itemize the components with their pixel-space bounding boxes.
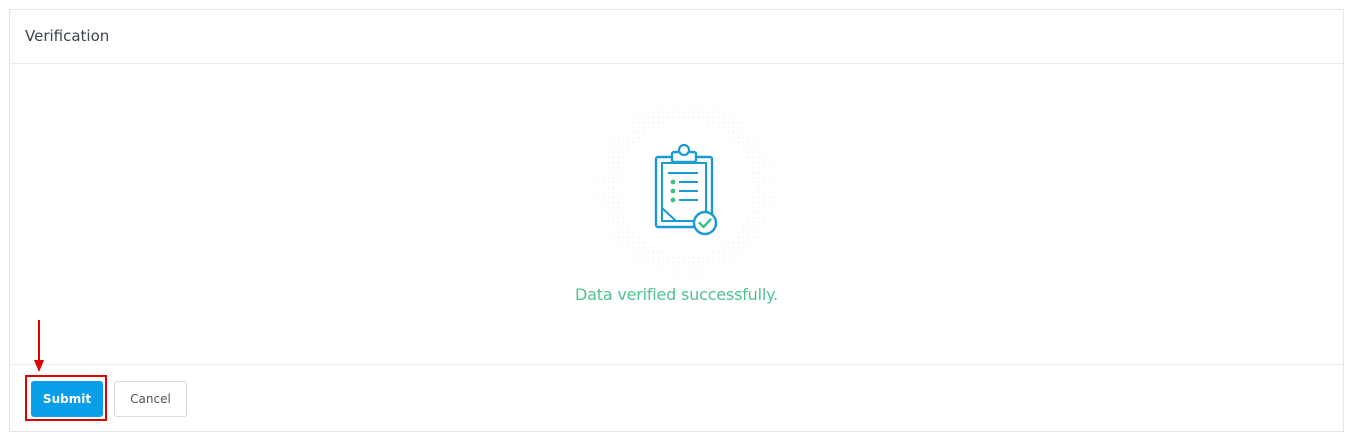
card-header: Verification bbox=[10, 10, 1343, 64]
verification-card: Verification Data verified successfully.… bbox=[9, 9, 1344, 432]
success-message: Data verified successfully. bbox=[575, 285, 778, 304]
annotation-arrow-down-icon bbox=[34, 320, 44, 372]
submit-button[interactable]: Submit bbox=[31, 381, 103, 417]
card-body: Data verified successfully. bbox=[10, 64, 1343, 364]
card-footer: Submit Cancel bbox=[10, 364, 1343, 431]
cancel-button[interactable]: Cancel bbox=[114, 381, 187, 417]
clipboard-check-icon bbox=[588, 100, 776, 280]
card-title: Verification bbox=[25, 27, 110, 45]
